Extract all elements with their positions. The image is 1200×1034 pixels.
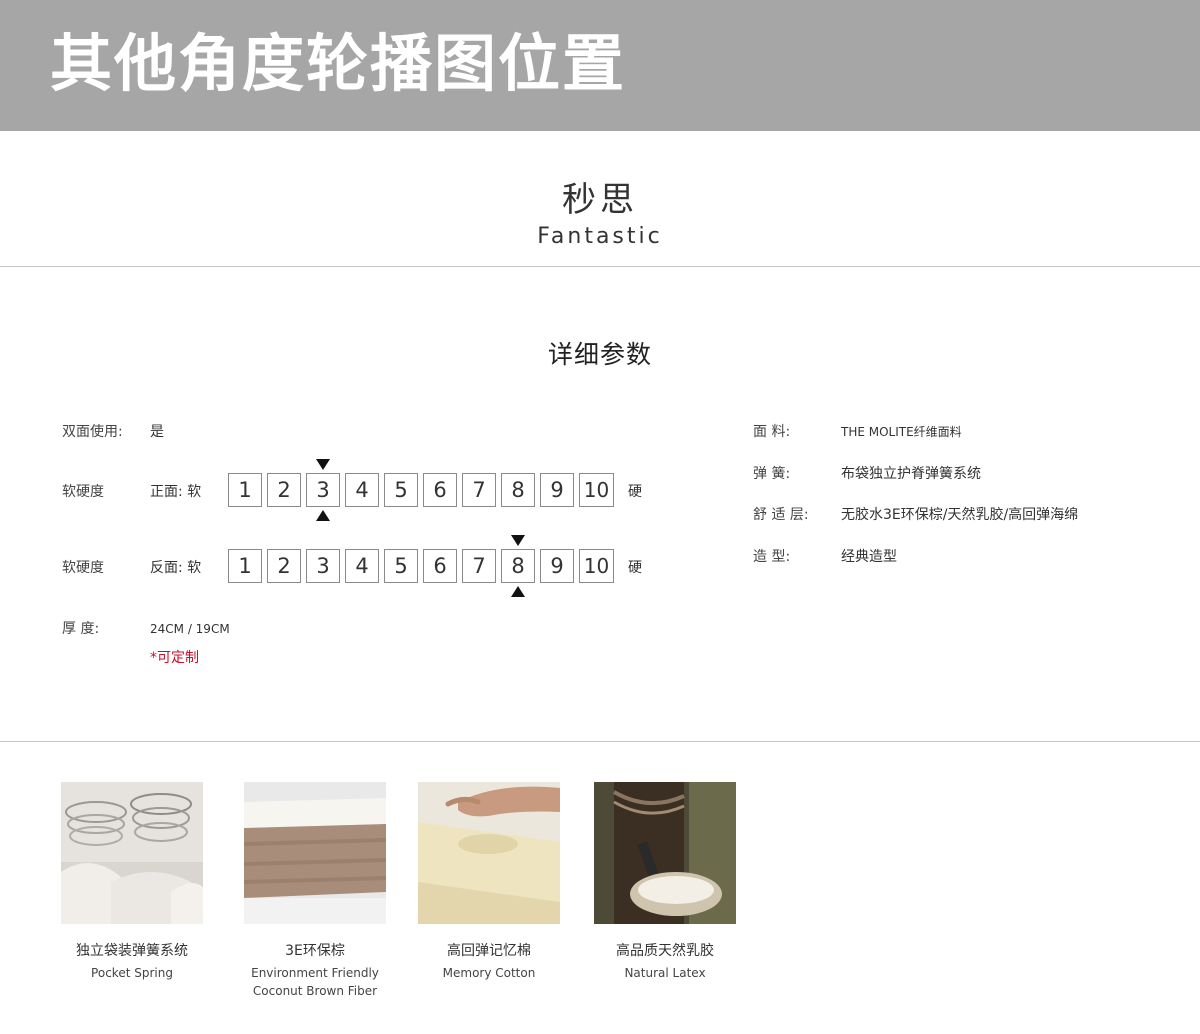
front-scale-box-8: 8	[501, 473, 535, 507]
front-marker-top-icon	[316, 459, 330, 470]
front-scale-box-6: 6	[423, 473, 457, 507]
style-label: 造 型:	[753, 549, 791, 565]
back-scale-box-2: 2	[267, 549, 301, 583]
top-banner: 其他角度轮播图位置	[0, 0, 1200, 131]
front-side-label: 正面: 软	[150, 484, 202, 500]
feature-3-name-en: Memory Cotton	[442, 966, 536, 980]
front-scale-box-5: 5	[384, 473, 418, 507]
thickness-label: 厚 度:	[62, 621, 100, 637]
back-scale-box-7: 7	[462, 549, 496, 583]
front-scale-box-9: 9	[540, 473, 574, 507]
front-scale-box-2: 2	[267, 473, 301, 507]
coconut-fiber-photo	[244, 782, 386, 924]
front-marker-bottom-icon	[316, 510, 330, 521]
back-scale-box-3: 3	[306, 549, 340, 583]
back-scale-box-9: 9	[540, 549, 574, 583]
hardness-label-back: 软硬度	[62, 560, 104, 576]
feature-2-name-en2: Coconut Brown Fiber	[252, 984, 378, 998]
back-scale-box-4: 4	[345, 549, 379, 583]
thickness-value: 24CM / 19CM	[150, 622, 230, 636]
natural-latex-photo	[594, 782, 736, 924]
back-side-label: 反面: 软	[150, 560, 202, 576]
banner-title: 其他角度轮播图位置	[50, 27, 627, 100]
memory-foam-photo	[418, 782, 560, 924]
pocket-spring-photo	[61, 782, 203, 924]
section-title: 详细参数	[547, 340, 652, 369]
brand-name-en: Fantastic	[537, 224, 663, 249]
feature-3-name-cn: 高回弹记忆棉	[447, 943, 531, 959]
front-scale-box-4: 4	[345, 473, 379, 507]
front-scale-box-1: 1	[228, 473, 262, 507]
back-marker-bottom-icon	[511, 586, 525, 597]
feature-1-name-en: Pocket Spring	[91, 966, 173, 980]
divider-bottom	[0, 741, 1200, 742]
feature-4-name-cn: 高品质天然乳胶	[616, 943, 714, 959]
feature-1-name-cn: 独立袋装弹簧系统	[76, 943, 188, 959]
style-value: 经典造型	[841, 549, 897, 565]
spring-label: 弹 簧:	[753, 466, 791, 482]
fabric-value: THE MOLITE纤维面料	[841, 425, 962, 439]
back-scale-box-1: 1	[228, 549, 262, 583]
back-scale-box-5: 5	[384, 549, 418, 583]
hard-label-front: 硬	[628, 484, 642, 500]
comfort-value: 无胶水3E环保棕/天然乳胶/高回弹海绵	[841, 507, 1079, 523]
feature-2-name-en: Environment Friendly	[251, 966, 379, 980]
custom-note: *可定制	[150, 650, 199, 666]
fabric-label: 面 料:	[753, 424, 791, 440]
divider-top	[0, 266, 1200, 267]
back-scale-box-6: 6	[423, 549, 457, 583]
hard-label-back: 硬	[628, 560, 642, 576]
spring-value: 布袋独立护脊弹簧系统	[841, 466, 981, 482]
double-sided-label: 双面使用:	[62, 424, 123, 440]
back-marker-top-icon	[511, 535, 525, 546]
hardness-scale-front: 1 2 3 4 5 6 7 8 9 10	[228, 473, 614, 507]
feature-2-name-cn: 3E环保棕	[285, 943, 345, 959]
front-scale-box-10: 10	[579, 473, 614, 507]
front-scale-box-3: 3	[306, 473, 340, 507]
brand-name-cn: 秒思	[562, 180, 638, 220]
hardness-scale-back: 1 2 3 4 5 6 7 8 9 10	[228, 549, 614, 583]
front-scale-box-7: 7	[462, 473, 496, 507]
back-scale-box-8: 8	[501, 549, 535, 583]
comfort-label: 舒 适 层:	[753, 507, 809, 523]
feature-4-name-en: Natural Latex	[624, 966, 706, 980]
double-sided-value: 是	[150, 424, 164, 440]
hardness-label-front: 软硬度	[62, 484, 104, 500]
back-scale-box-10: 10	[579, 549, 614, 583]
